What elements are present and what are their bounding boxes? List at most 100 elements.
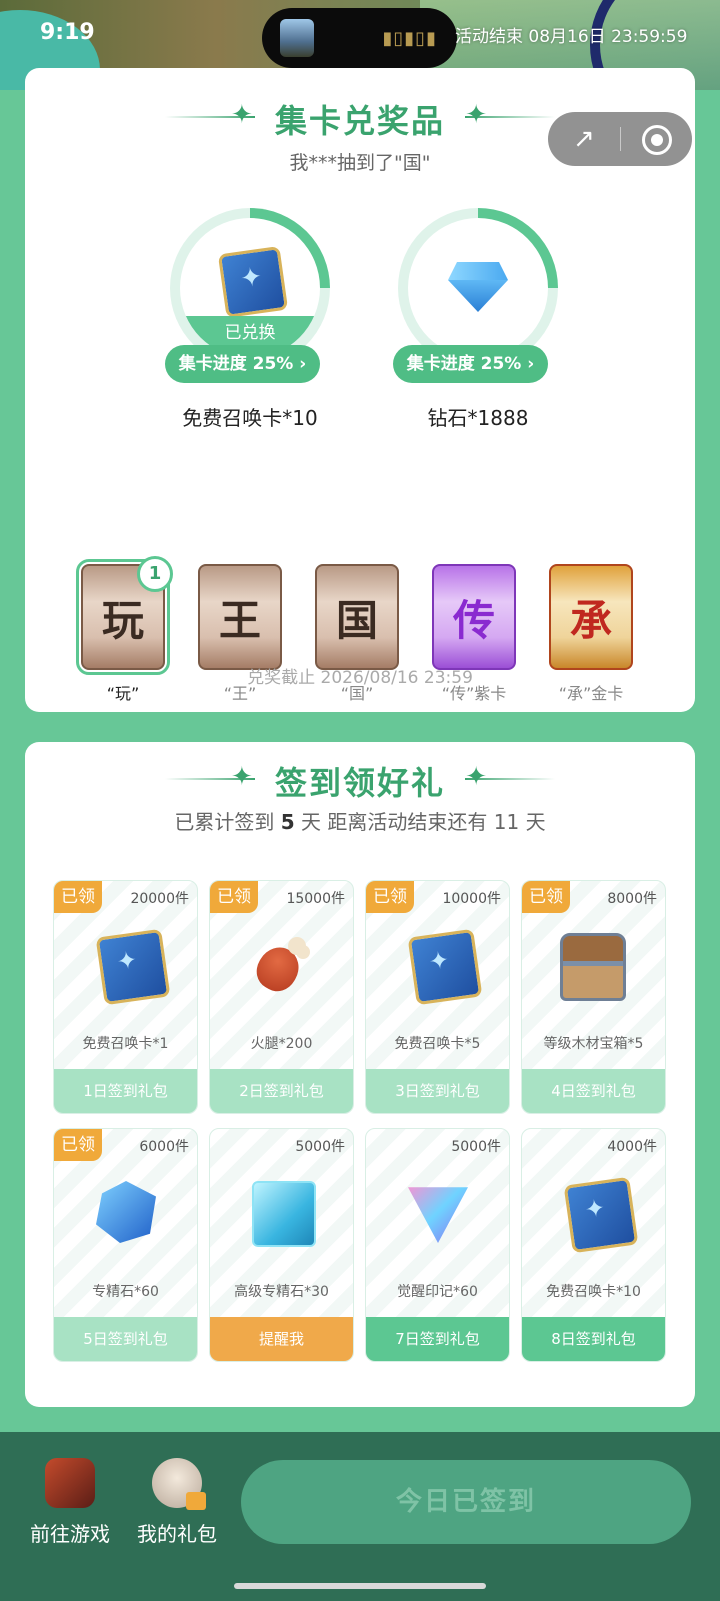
prize-name: 免费召唤卡*10 [182,406,318,430]
signin-tile-day4[interactable]: 已领 8000件 等级木材宝箱*5 4日签到礼包 [521,880,666,1114]
share-icon[interactable]: ↗ [566,121,602,157]
redeem-deadline: 兑奖截止 2026/08/16 23:59 [247,668,473,688]
app-thumbnail-icon [280,19,314,57]
card-frame: 王 [198,564,282,670]
summary-mid: 天 距离活动结束还有 [301,810,488,834]
signin-title: ✦ 签到领好礼 ✦ [25,758,695,804]
stock-count: 5000件 [451,1139,501,1155]
signin-tile-day2[interactable]: 已领 15000件 火腿*200 2日签到礼包 [209,880,354,1114]
miniprogram-capsule: ↗ [548,112,692,166]
record-icon[interactable] [642,125,672,155]
reward-name: 专精石*60 [92,1284,159,1300]
signed-today-button[interactable]: 今日已签到 [241,1460,691,1544]
claimed-badge: 已领 [210,881,258,913]
claimed-badge: 已领 [522,881,570,913]
progress-text: 集卡进度 25% [406,354,522,374]
title-line-right [465,116,555,118]
card-frame: 国 [315,564,399,670]
crystal-icon [252,1181,316,1247]
signin-gift-button[interactable]: 8日签到礼包 [522,1317,665,1361]
sparkle-icon: ✦ [231,762,255,792]
card-glyph: 国 [335,595,378,645]
card-glyph: 承 [569,595,612,645]
signin-tile-day8[interactable]: 4000件 免费召唤卡*10 8日签到礼包 [521,1128,666,1362]
signin-tile-day7[interactable]: 5000件 觉醒印记*60 7日签到礼包 [365,1128,510,1362]
sparkle-icon: ✦ [465,762,489,792]
summon-card-icon [407,928,483,1006]
signin-tile-day3[interactable]: 已领 10000件 免费召唤卡*5 3日签到礼包 [365,880,510,1114]
signin-tile-day6[interactable]: 5000件 高级专精石*30 提醒我 [209,1128,354,1362]
treasure-chest-icon [560,933,626,1001]
card-glyph: 玩 [101,595,144,645]
stock-count: 5000件 [295,1139,345,1155]
game-icon [45,1458,95,1508]
summary-suffix: 天 [525,810,546,834]
signin-gift-button[interactable]: 2日签到礼包 [210,1069,353,1113]
dynamic-island[interactable]: ▮▯▮▯▮ [262,8,457,68]
prize-item[interactable]: 集卡进度 25% › 钻石*1888 [393,208,563,430]
summon-card-icon [95,928,171,1006]
reward-name: 免费召唤卡*10 [546,1284,641,1300]
shield-icon [408,1187,468,1243]
card-frame: 传 [432,564,516,670]
sparkle-icon: ✦ [231,100,255,130]
reward-name: 等级木材宝箱*5 [543,1036,644,1052]
signin-gift-button[interactable]: 3日签到礼包 [366,1069,509,1113]
reward-name: 觉醒印记*60 [397,1284,478,1300]
avatar-gift-icon [152,1458,206,1510]
signin-gift-button[interactable]: 4日签到礼包 [522,1069,665,1113]
prize-image [408,218,548,358]
signin-tile-day1[interactable]: 已领 20000件 免费召唤卡*1 1日签到礼包 [53,880,198,1114]
prize-image: 已兑换 [180,218,320,358]
progress-ring: 已兑换 [170,208,330,368]
progress-pill[interactable]: 集卡进度 25% › [165,345,320,383]
signin-summary: 已累计签到 5 天 距离活动结束还有 11 天 [25,806,695,835]
status-countdown: 活动结束 08月16日 23:59:59 [455,27,688,47]
reward-name: 高级专精石*30 [234,1284,329,1300]
signin-title-text: 签到领好礼 [274,764,445,802]
my-gifts-label: 我的礼包 [137,1522,217,1546]
stock-count: 10000件 [442,891,501,907]
go-to-game-label: 前往游戏 [30,1522,110,1546]
claimed-badge: 已领 [54,881,102,913]
my-gifts-button[interactable]: 我的礼包 [127,1458,227,1547]
signin-section: ✦ 签到领好礼 ✦ 已累计签到 5 天 距离活动结束还有 11 天 已领 200… [25,742,695,1407]
progress-text: 集卡进度 25% [178,354,294,374]
summon-card-icon [563,1176,639,1254]
ham-icon [252,933,312,995]
summon-card-icon [217,245,289,319]
reward-name: 免费召唤卡*1 [82,1036,169,1052]
progress-pill[interactable]: 集卡进度 25% › [393,345,548,383]
days-signed: 5 [280,810,295,834]
signin-gift-button[interactable]: 1日签到礼包 [54,1069,197,1113]
status-time: 9:19 [40,20,95,45]
remind-me-button[interactable]: 提醒我 [210,1317,353,1361]
signin-gift-button[interactable]: 7日签到礼包 [366,1317,509,1361]
claimed-badge: 已领 [366,881,414,913]
summary-prefix: 已累计签到 [174,810,275,834]
card-count-badge: 1 [137,556,173,592]
signin-gift-button[interactable]: 5日签到礼包 [54,1317,197,1361]
home-indicator[interactable] [234,1583,486,1589]
reward-name: 火腿*200 [250,1036,313,1052]
reward-name: 免费召唤卡*5 [394,1036,481,1052]
signin-tile-day5[interactable]: 已领 6000件 专精石*60 5日签到礼包 [53,1128,198,1362]
bottom-bar: 前往游戏 我的礼包 今日已签到 [0,1432,720,1601]
card-glyph: 传 [452,595,495,645]
chevron-right-icon: › [299,354,307,374]
capsule-divider [620,127,621,151]
stock-count: 4000件 [607,1139,657,1155]
progress-ring [398,208,558,368]
prize-name: 钻石*1888 [427,406,529,430]
prize-item[interactable]: 已兑换 集卡进度 25% › 免费召唤卡*10 [165,208,335,430]
stock-count: 8000件 [607,891,657,907]
claimed-badge: 已领 [54,1129,102,1161]
diamond-icon [448,262,508,312]
title-line-right [465,778,555,780]
chevron-right-icon: › [527,354,535,374]
collect-title-text: 集卡兑奖品 [274,102,445,140]
gem-icon [96,1181,156,1243]
go-to-game-button[interactable]: 前往游戏 [20,1458,120,1547]
card-frame: 玩 1 [76,556,173,675]
stock-count: 20000件 [130,891,189,907]
